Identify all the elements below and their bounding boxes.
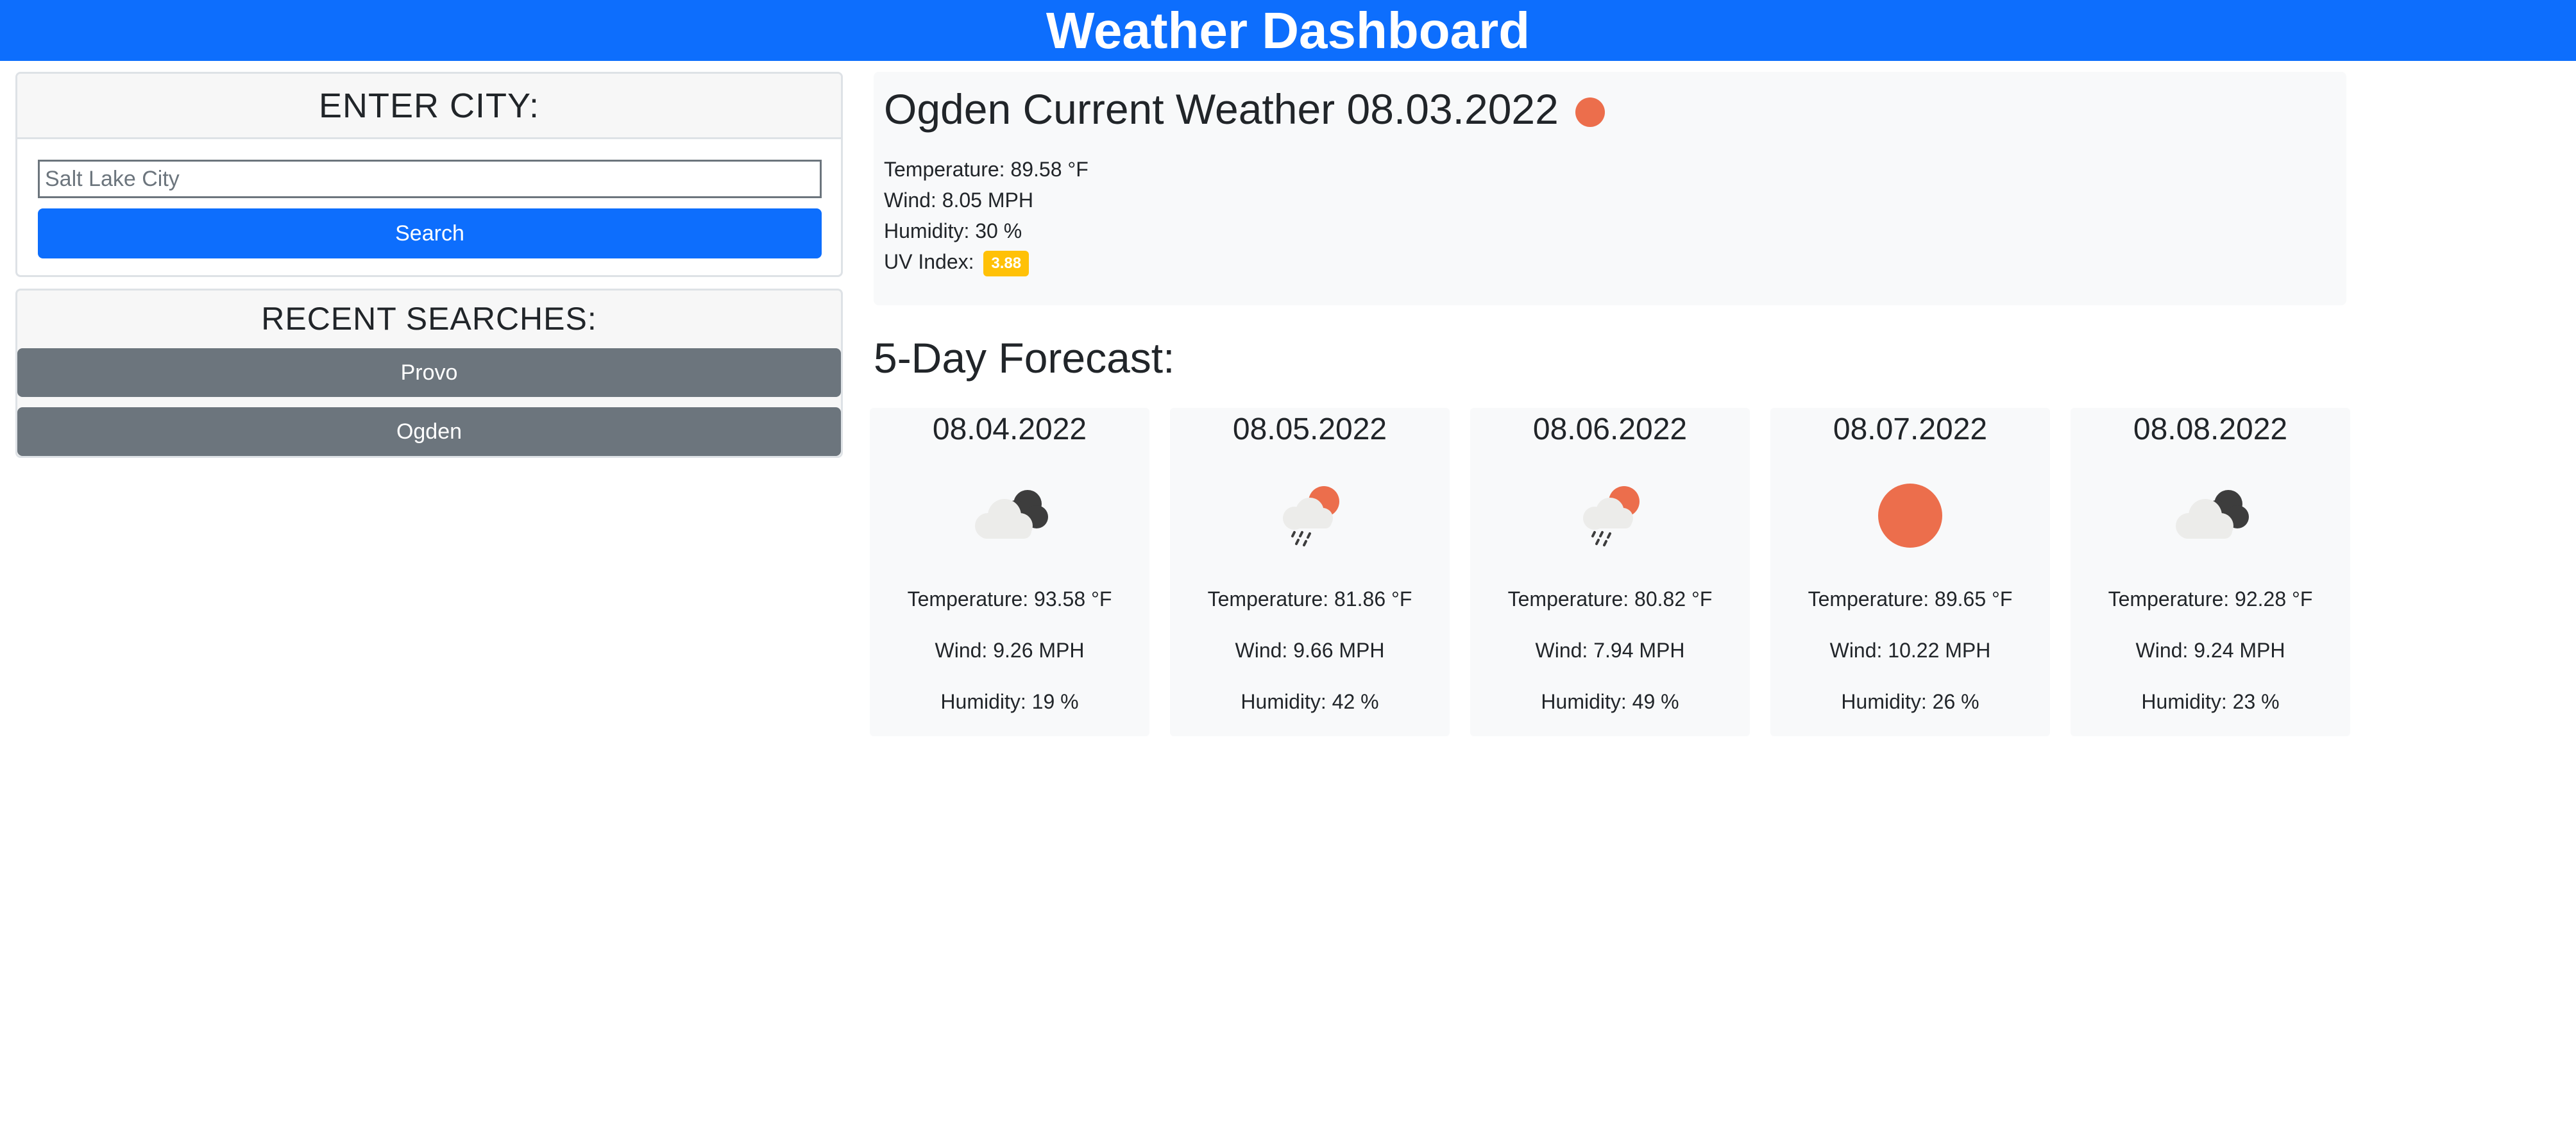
forecast-date: 08.07.2022 bbox=[1833, 412, 1988, 446]
recent-searches-header: RECENT SEARCHES: bbox=[17, 291, 841, 347]
forecast-date: 08.05.2022 bbox=[1232, 412, 1387, 446]
forecast-humidity: Humidity: 42 % bbox=[1241, 690, 1379, 713]
forecast-wind: Wind: 9.66 MPH bbox=[1235, 639, 1385, 662]
forecast-temperature: Temperature: 89.65 °F bbox=[1808, 587, 2013, 611]
forecast-temperature: Temperature: 92.28 °F bbox=[2108, 587, 2313, 611]
app-header: Weather Dashboard bbox=[0, 0, 2576, 61]
broken-clouds-icon bbox=[2176, 490, 2249, 539]
forecast-day-card: 08.08.2022 Temperature: 92.28 °F Wind: 9… bbox=[2071, 408, 2350, 736]
forecast-date: 08.04.2022 bbox=[932, 412, 1087, 446]
current-weather-title-text: Ogden Current Weather 08.03.2022 bbox=[884, 85, 1559, 133]
forecast-temperature: Temperature: 93.58 °F bbox=[907, 587, 1112, 611]
sun-icon bbox=[1878, 484, 1942, 548]
forecast-day-card: 08.05.2022 Temperature: 81.86 °F Wind: 9… bbox=[1170, 408, 1450, 736]
forecast-temperature: Temperature: 80.82 °F bbox=[1507, 587, 1713, 611]
recent-search-ogden-button[interactable]: Ogden bbox=[17, 407, 841, 456]
current-humidity: Humidity: 30 % bbox=[884, 219, 1022, 242]
current-temperature: Temperature: 89.58 °F bbox=[884, 158, 1089, 181]
sun-icon bbox=[1575, 97, 1605, 127]
forecast-temperature: Temperature: 81.86 °F bbox=[1207, 587, 1412, 611]
forecast-wind: Wind: 10.22 MPH bbox=[1829, 639, 1991, 662]
search-button[interactable]: Search bbox=[38, 208, 822, 258]
current-wind: Wind: 8.05 MPH bbox=[884, 189, 1033, 212]
current-weather-panel: Ogden Current Weather 08.03.2022 Tempera… bbox=[874, 72, 2346, 305]
recent-search-provo-button[interactable]: Provo bbox=[17, 348, 841, 397]
forecast-day-card: 08.04.2022 Temperature: 93.58 °F Wind: 9… bbox=[870, 408, 1149, 736]
forecast-day-card: 08.06.2022 Temperature: 80.82 °F Wind: 7… bbox=[1470, 408, 1750, 736]
forecast-date: 08.06.2022 bbox=[1532, 412, 1688, 446]
rain-sun-icon bbox=[1283, 486, 1339, 546]
forecast-wind: Wind: 7.94 MPH bbox=[1535, 639, 1685, 662]
uv-index-badge: 3.88 bbox=[983, 250, 1030, 276]
recent-searches-heading: RECENT SEARCHES: bbox=[261, 301, 597, 337]
current-weather-title: Ogden Current Weather 08.03.2022 bbox=[884, 85, 1605, 133]
page-title: Weather Dashboard bbox=[1046, 1, 1530, 59]
city-search-header: ENTER CITY: bbox=[17, 74, 841, 139]
forecast-humidity: Humidity: 49 % bbox=[1541, 690, 1679, 713]
current-weather-details: Temperature: 89.58 °F Wind: 8.05 MPH Hum… bbox=[884, 154, 1089, 277]
city-search-card: ENTER CITY: Search bbox=[15, 72, 843, 277]
city-search-input[interactable] bbox=[38, 160, 822, 198]
forecast-date: 08.08.2022 bbox=[2133, 412, 2288, 446]
city-search-heading: ENTER CITY: bbox=[318, 86, 540, 125]
rain-sun-icon bbox=[1583, 486, 1640, 546]
current-uv-row: UV Index: 3.88 bbox=[884, 246, 1089, 277]
forecast-humidity: Humidity: 26 % bbox=[1841, 690, 1979, 713]
forecast-wind: Wind: 9.24 MPH bbox=[2135, 639, 2285, 662]
forecast-day-card: 08.07.2022 Temperature: 89.65 °F Wind: 1… bbox=[1770, 408, 2050, 736]
uv-index-label: UV Index: bbox=[884, 250, 974, 273]
forecast-wind: Wind: 9.26 MPH bbox=[935, 639, 1085, 662]
forecast-humidity: Humidity: 23 % bbox=[2141, 690, 2280, 713]
forecast-humidity: Humidity: 19 % bbox=[940, 690, 1079, 713]
forecast-heading: 5-Day Forecast: bbox=[874, 334, 1175, 382]
broken-clouds-icon bbox=[975, 490, 1048, 539]
recent-searches-card: RECENT SEARCHES: Provo Ogden bbox=[15, 289, 843, 458]
